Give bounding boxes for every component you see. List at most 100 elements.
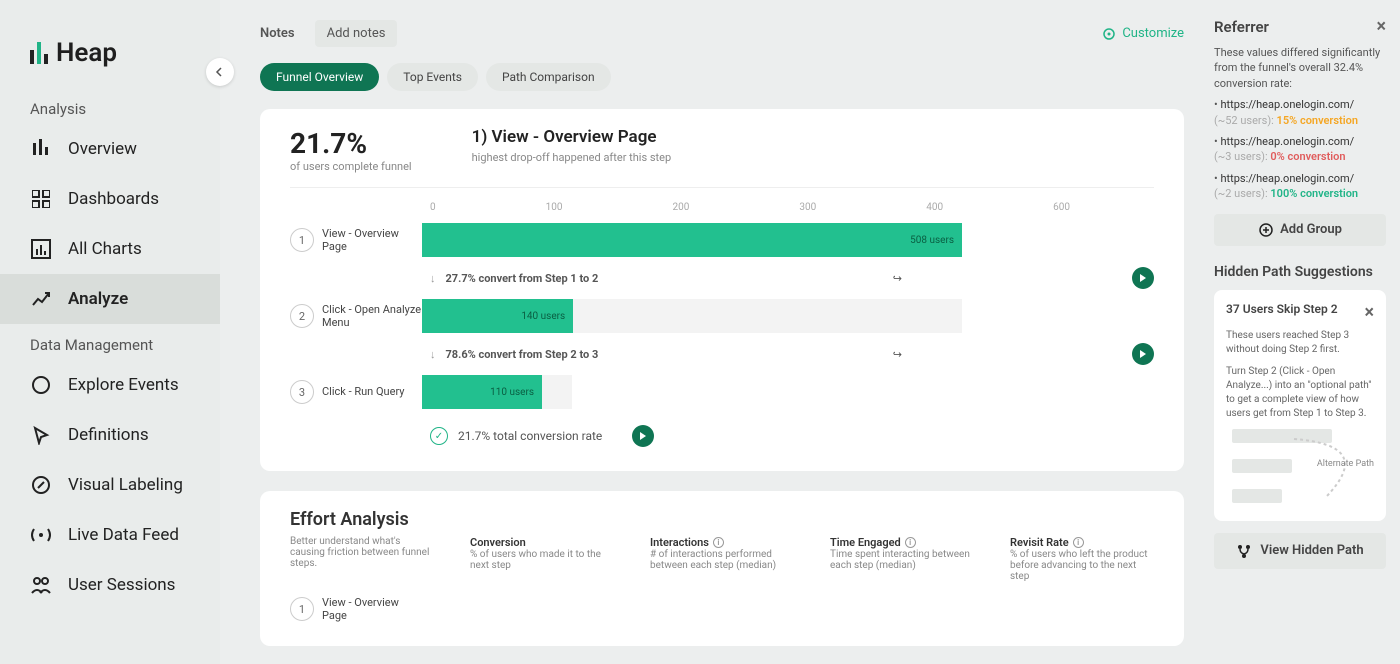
notes-tab[interactable]: Notes bbox=[260, 26, 295, 41]
funnel-card: 21.7% of users complete funnel 1) View -… bbox=[260, 109, 1184, 471]
effort-col-revisit: Revisit Rate i % of users who left the pr… bbox=[1010, 536, 1150, 582]
sidebar-item-dashboards[interactable]: Dashboards bbox=[0, 174, 220, 224]
axis-tick: 100 bbox=[546, 202, 563, 213]
sidebar-item-user-sessions[interactable]: User Sessions bbox=[0, 560, 220, 610]
logo-mark-icon bbox=[30, 42, 48, 64]
effort-col-interactions: Interactions i # of interactions performe… bbox=[650, 536, 790, 582]
funnel-bar-fill: 110 users bbox=[422, 375, 542, 409]
referrer-conv: 15% converstion bbox=[1277, 114, 1358, 127]
play-button[interactable] bbox=[1132, 343, 1154, 365]
info-icon[interactable]: i bbox=[905, 537, 916, 548]
hidden-card-p1: These users reached Step 3 without doing… bbox=[1226, 329, 1374, 357]
bar-label: 508 users bbox=[910, 235, 954, 246]
nav-label: Definitions bbox=[68, 425, 149, 445]
effort-card: Effort Analysis Better understand what's… bbox=[260, 491, 1184, 646]
funnel-bar-fill: 140 users bbox=[422, 299, 573, 333]
col-desc: % of users who made it to the next step bbox=[470, 549, 610, 571]
sidebar-item-all-charts[interactable]: All Charts bbox=[0, 224, 220, 274]
path-arc-icon bbox=[1286, 435, 1396, 505]
hidden-card-header: 37 Users Skip Step 2 × bbox=[1226, 302, 1374, 323]
axis-tick: 200 bbox=[673, 202, 690, 213]
play-button[interactable] bbox=[1132, 267, 1154, 289]
branch-icon bbox=[1236, 543, 1252, 559]
chevron-left-icon bbox=[215, 67, 225, 77]
cursor-icon bbox=[30, 424, 52, 446]
nav-label: Analyze bbox=[68, 289, 128, 309]
funnel-header: 21.7% of users complete funnel 1) View -… bbox=[290, 127, 1154, 188]
funnel-step-row: 2 Click - Open Analyze Menu 140 users bbox=[290, 299, 1154, 333]
step-name: Click - Open Analyze Menu bbox=[322, 303, 422, 329]
view-hidden-path-button[interactable]: View Hidden Path bbox=[1214, 533, 1386, 569]
total-conversion-row: ✓ 21.7% total conversion rate bbox=[430, 425, 1154, 447]
funnel-bar[interactable]: 140 users bbox=[422, 299, 962, 333]
sidebar-item-explore-events[interactable]: Explore Events bbox=[0, 360, 220, 410]
col-head: Revisit Rate bbox=[1010, 536, 1069, 549]
completion-pct: 21.7% bbox=[290, 127, 412, 160]
info-icon[interactable]: i bbox=[1073, 537, 1084, 548]
col-head: Interactions bbox=[650, 536, 709, 549]
close-icon[interactable]: × bbox=[1364, 302, 1374, 323]
tab-funnel-overview[interactable]: Funnel Overview bbox=[260, 63, 379, 91]
arrow-down-icon: ↓ bbox=[430, 272, 436, 285]
nav-label: Explore Events bbox=[68, 375, 179, 395]
sidebar-item-visual-labeling[interactable]: Visual Labeling bbox=[0, 460, 220, 510]
step-name: Click - Run Query bbox=[322, 385, 422, 398]
funnel-bar[interactable]: 110 users bbox=[422, 375, 572, 409]
nav-label: User Sessions bbox=[68, 575, 175, 595]
referrer-url: https://heap.onelogin.com/ bbox=[1220, 98, 1354, 111]
tab-path-comparison[interactable]: Path Comparison bbox=[486, 63, 611, 91]
pencil-icon bbox=[30, 474, 52, 496]
hidden-suggestions-title: Hidden Path Suggestions bbox=[1214, 264, 1386, 280]
sidebar-item-overview[interactable]: Overview bbox=[0, 124, 220, 174]
step-number: 3 bbox=[290, 380, 314, 404]
customize-button[interactable]: Customize bbox=[1102, 26, 1184, 41]
arrow-right-icon: ↪ bbox=[893, 348, 902, 361]
plus-circle-icon bbox=[1258, 222, 1274, 238]
broadcast-icon bbox=[30, 524, 52, 546]
conversion-row: ↓ 78.6% convert from Step 2 to 3 ↪ bbox=[430, 343, 1154, 365]
sidebar-item-live-data-feed[interactable]: Live Data Feed bbox=[0, 510, 220, 560]
col-desc: # of interactions performed between each… bbox=[650, 549, 790, 571]
referrer-body: These values differed significantly from… bbox=[1214, 45, 1386, 202]
sidebar-section-analysis: Analysis bbox=[0, 88, 220, 124]
play-button[interactable] bbox=[632, 425, 654, 447]
referrer-item: • https://heap.onelogin.com/(~52 users):… bbox=[1214, 97, 1386, 128]
nav-label: Dashboards bbox=[68, 189, 159, 209]
arrow-right-icon: ↪ bbox=[893, 272, 902, 285]
funnel-axis: 0 100 200 300 400 600 bbox=[430, 202, 1070, 213]
funnel-bar[interactable]: 508 users bbox=[422, 223, 962, 257]
close-icon[interactable]: × bbox=[1376, 16, 1386, 37]
highlight-sub: highest drop-off happened after this ste… bbox=[472, 151, 672, 164]
funnel-bar-fill: 508 users bbox=[422, 223, 962, 257]
referrer-title: Referrer bbox=[1214, 18, 1269, 36]
effort-col-conversion: Conversion % of users who made it to the… bbox=[470, 536, 610, 582]
info-icon[interactable]: i bbox=[713, 537, 724, 548]
nav-label: Overview bbox=[68, 139, 137, 159]
logo: Heap bbox=[0, 20, 220, 88]
alternate-path-diagram: Alternate Path bbox=[1226, 429, 1374, 509]
brand-name: Heap bbox=[56, 38, 117, 68]
chart-icon bbox=[30, 238, 52, 260]
highlight-title: 1) View - Overview Page bbox=[472, 127, 672, 147]
effort-columns: Better understand what's causing frictio… bbox=[290, 536, 1154, 582]
conversion-text: 27.7% convert from Step 1 to 2 bbox=[446, 272, 599, 285]
total-text: 21.7% total conversion rate bbox=[458, 429, 602, 443]
hidden-card-p2: Turn Step 2 (Click - Open Analyze...) in… bbox=[1226, 365, 1374, 421]
tab-top-events[interactable]: Top Events bbox=[387, 63, 478, 91]
col-desc: % of users who left the product before a… bbox=[1010, 549, 1150, 582]
compass-icon bbox=[30, 374, 52, 396]
add-group-button[interactable]: Add Group bbox=[1214, 214, 1386, 246]
effort-col-time: Time Engagedi Time spent interacting bet… bbox=[830, 536, 970, 582]
bars-icon bbox=[30, 138, 52, 160]
funnel-step-row: 1 View - Overview Page 508 users bbox=[290, 223, 1154, 257]
referrer-conv: 0% converstion bbox=[1270, 150, 1345, 163]
step-name: View - Overview Page bbox=[322, 227, 422, 253]
col-head: Conversion bbox=[470, 536, 526, 549]
collapse-sidebar-button[interactable] bbox=[206, 58, 234, 86]
add-notes-button[interactable]: Add notes bbox=[315, 20, 398, 47]
sidebar-item-analyze[interactable]: Analyze bbox=[0, 274, 220, 324]
referrer-conv: 100% converstion bbox=[1270, 187, 1358, 200]
sidebar-item-definitions[interactable]: Definitions bbox=[0, 410, 220, 460]
referrer-url: https://heap.onelogin.com/ bbox=[1220, 135, 1354, 148]
hidden-path-card: 37 Users Skip Step 2 × These users reach… bbox=[1214, 290, 1386, 521]
